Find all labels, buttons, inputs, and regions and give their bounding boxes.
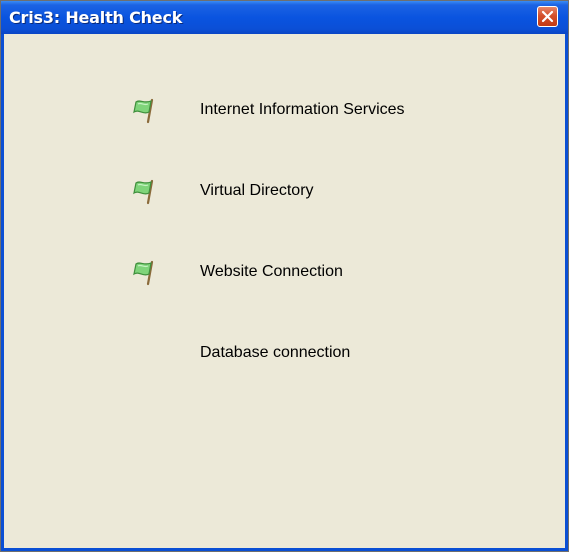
check-label: Database connection (200, 344, 351, 361)
check-item-database-connection: Database connection (4, 339, 565, 371)
green-flag-icon (133, 98, 154, 124)
check-label: Website Connection (200, 263, 343, 280)
title-bar[interactable]: Cris3: Health Check (1, 1, 568, 34)
green-flag-icon (133, 260, 154, 286)
health-check-list: Internet Information Services Virtual Di… (4, 34, 565, 548)
health-check-window: Cris3: Health Check Internet Information… (0, 0, 569, 552)
window-frame-right (565, 34, 568, 551)
check-label: Virtual Directory (200, 182, 314, 199)
close-button[interactable] (537, 6, 558, 27)
window-title: Cris3: Health Check (9, 8, 183, 27)
green-flag-icon (133, 179, 154, 205)
check-item-website-connection: Website Connection (4, 258, 565, 290)
window-frame-bottom (1, 548, 568, 551)
close-icon (541, 10, 554, 23)
check-item-iis: Internet Information Services (4, 96, 565, 128)
check-label: Internet Information Services (200, 101, 405, 118)
check-item-virtual-directory: Virtual Directory (4, 177, 565, 209)
